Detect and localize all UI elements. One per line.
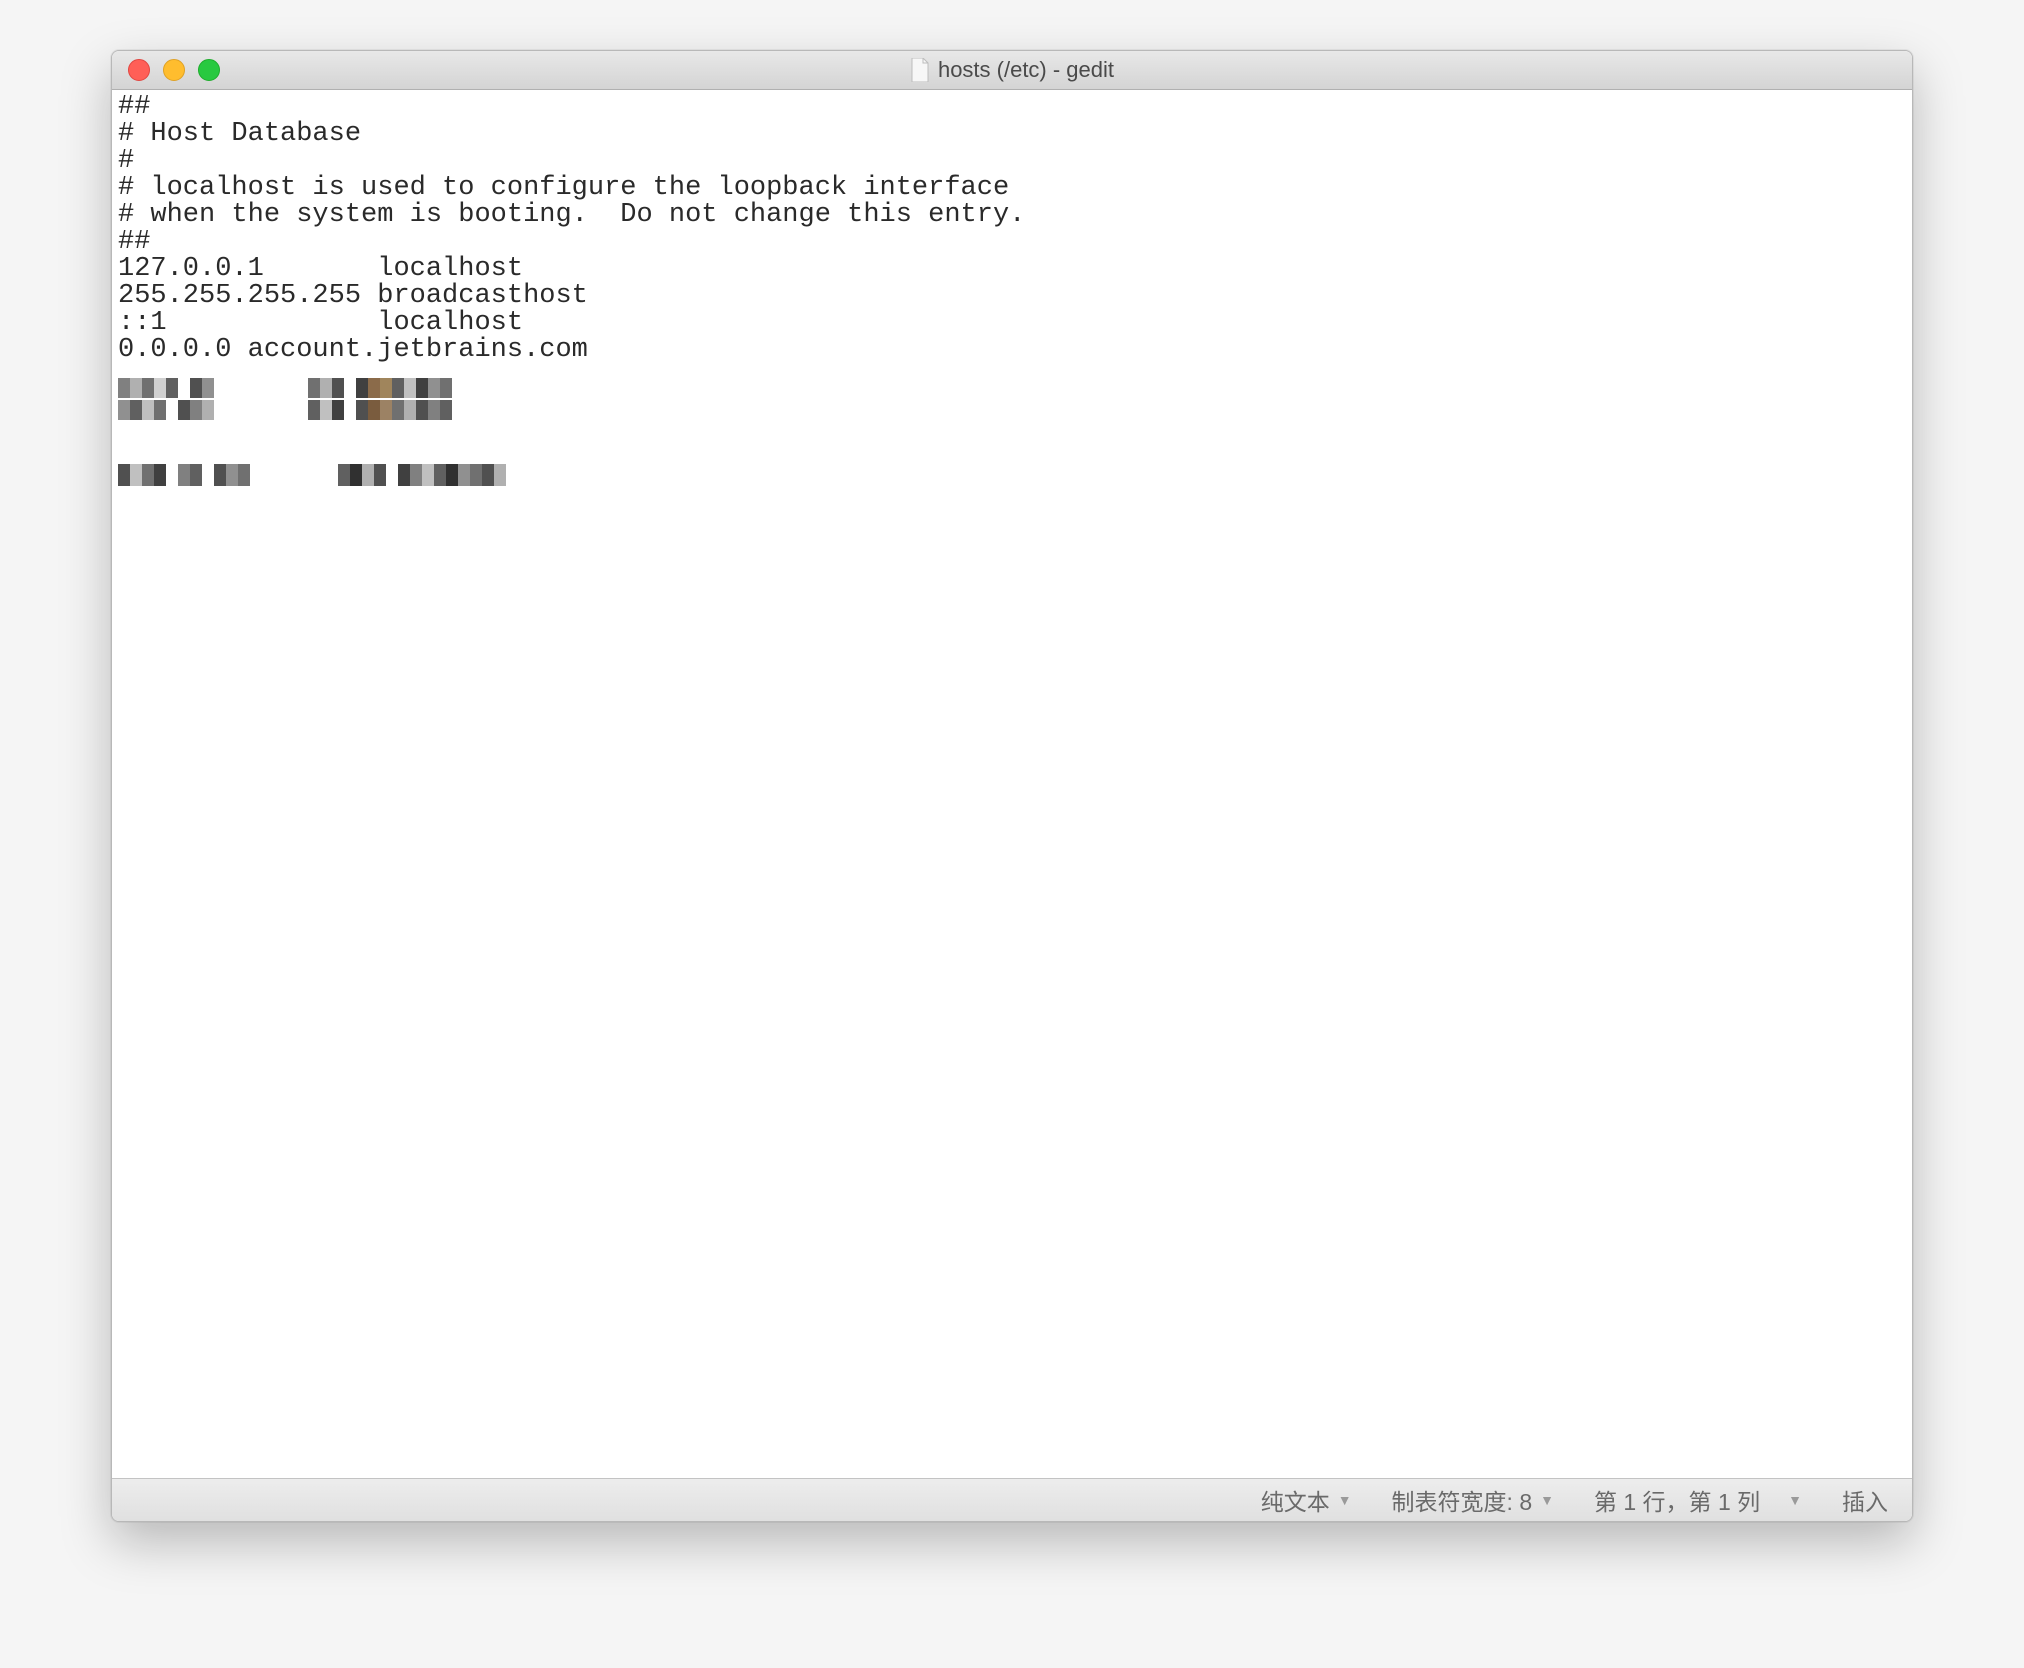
window-title: hosts (/etc) - gedit <box>938 57 1114 83</box>
syntax-mode-selector[interactable]: 纯文本 ▼ <box>1261 1483 1352 1517</box>
window-zoom-button[interactable] <box>198 59 220 81</box>
window-title-wrap: hosts (/etc) - gedit <box>112 57 1912 83</box>
text-editor-area[interactable]: ## # Host Database # # localhost is used… <box>112 90 1912 1478</box>
insert-mode-toggle[interactable]: 插入 <box>1842 1483 1888 1517</box>
redacted-content <box>118 378 598 523</box>
chevron-down-icon: ▼ <box>1540 1492 1554 1508</box>
desktop-background: hosts (/etc) - gedit ## # Host Database … <box>0 0 2024 1668</box>
insert-mode-label: 插入 <box>1842 1483 1888 1517</box>
window-controls <box>112 59 220 81</box>
status-bar: 纯文本 ▼ 制表符宽度: 8 ▼ 第 1 行，第 1 列 ▼ 插入 <box>112 1478 1912 1521</box>
window-titlebar[interactable]: hosts (/etc) - gedit <box>112 51 1912 90</box>
chevron-down-icon: ▼ <box>1788 1492 1802 1508</box>
cursor-position[interactable]: 第 1 行，第 1 列 ▼ <box>1594 1483 1802 1517</box>
window-close-button[interactable] <box>128 59 150 81</box>
window-minimize-button[interactable] <box>163 59 185 81</box>
document-icon <box>910 58 930 82</box>
tab-width-label: 制表符宽度: 8 <box>1392 1483 1533 1517</box>
chevron-down-icon: ▼ <box>1338 1492 1352 1508</box>
cursor-position-label: 第 1 行，第 1 列 <box>1594 1483 1760 1517</box>
gedit-window: hosts (/etc) - gedit ## # Host Database … <box>111 50 1913 1522</box>
syntax-mode-label: 纯文本 <box>1261 1483 1330 1517</box>
document-text[interactable]: ## # Host Database # # localhost is used… <box>118 94 1906 364</box>
tab-width-selector[interactable]: 制表符宽度: 8 ▼ <box>1392 1483 1554 1517</box>
